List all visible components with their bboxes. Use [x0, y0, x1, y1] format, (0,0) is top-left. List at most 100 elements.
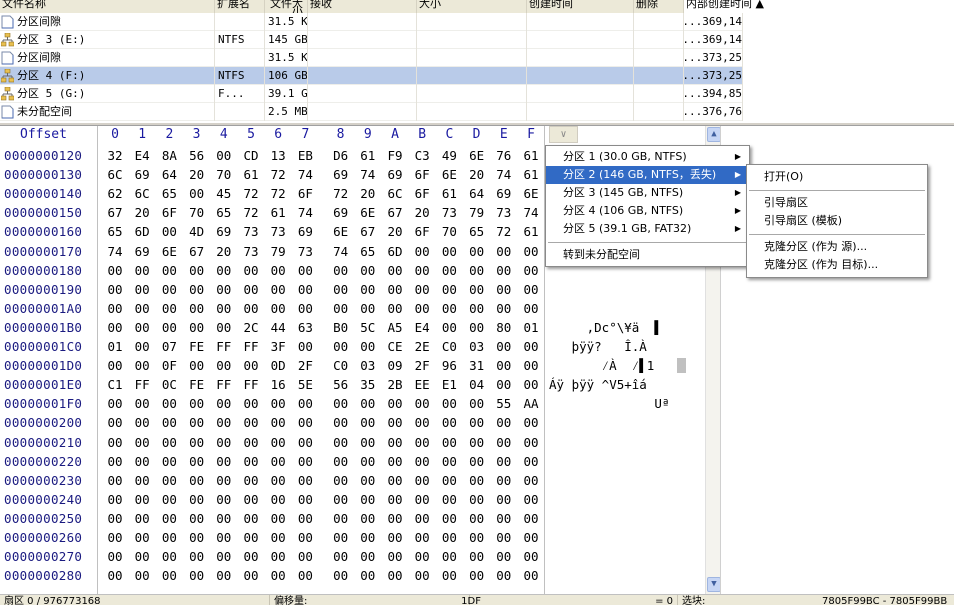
hex-byte[interactable]: 2E [410, 337, 434, 356]
hex-byte[interactable]: C3 [410, 146, 434, 165]
menu-item-boot-sector-template[interactable]: 引导扇区 (模板) [747, 212, 927, 230]
hex-byte[interactable]: 44 [266, 318, 290, 337]
hex-byte[interactable]: 65 [356, 242, 380, 261]
hex-byte[interactable]: 00 [212, 471, 236, 490]
hex-byte[interactable]: 00 [130, 318, 154, 337]
hex-byte[interactable]: 00 [266, 471, 290, 490]
hex-byte[interactable]: 20 [465, 165, 489, 184]
hex-byte[interactable]: 16 [266, 375, 290, 394]
hex-byte[interactable]: 00 [356, 509, 380, 528]
menu-item-partition[interactable]: 分区 5 (39.1 GB, FAT32) ▶ [546, 220, 749, 238]
hex-byte[interactable]: 20 [212, 242, 236, 261]
hex-byte[interactable]: 00 [356, 299, 380, 318]
hex-byte[interactable]: 00 [465, 413, 489, 432]
column-header[interactable]: 文件大小 [265, 0, 308, 13]
hex-byte[interactable]: E4 [410, 318, 434, 337]
hex-byte[interactable]: 00 [492, 280, 516, 299]
hex-byte[interactable]: 00 [157, 471, 181, 490]
menu-item-partition[interactable]: 分区 4 (106 GB, NTFS) ▶ [546, 202, 749, 220]
hex-byte[interactable]: 00 [266, 547, 290, 566]
hex-byte[interactable]: 00 [437, 299, 461, 318]
hex-byte[interactable]: 00 [185, 413, 209, 432]
hex-byte[interactable]: 6F [410, 184, 434, 203]
hex-byte[interactable]: 00 [293, 509, 317, 528]
hex-byte[interactable]: 20 [383, 222, 407, 241]
hex-byte[interactable]: 00 [356, 337, 380, 356]
hex-byte[interactable]: 00 [266, 280, 290, 299]
hex-byte[interactable]: 13 [266, 146, 290, 165]
hex-byte[interactable]: 20 [356, 184, 380, 203]
hex-byte[interactable]: 00 [212, 261, 236, 280]
hex-byte[interactable]: 00 [492, 261, 516, 280]
hex-byte[interactable]: 00 [185, 490, 209, 509]
hex-byte[interactable]: 00 [492, 337, 516, 356]
hex-byte[interactable]: 00 [383, 566, 407, 585]
hex-byte[interactable]: 00 [356, 261, 380, 280]
hex-byte[interactable]: 00 [383, 547, 407, 566]
hex-byte[interactable]: 6E [356, 203, 380, 222]
hex-byte[interactable]: 00 [185, 528, 209, 547]
hex-byte[interactable]: 00 [519, 528, 543, 547]
hex-byte[interactable]: 00 [103, 471, 127, 490]
hex-byte[interactable]: 00 [130, 471, 154, 490]
hex-byte[interactable]: 00 [239, 566, 263, 585]
hex-byte[interactable]: 00 [519, 375, 543, 394]
hex-byte[interactable]: 67 [356, 222, 380, 241]
hex-byte[interactable]: 74 [356, 165, 380, 184]
hex-byte[interactable]: 00 [130, 547, 154, 566]
hex-byte[interactable]: A5 [383, 318, 407, 337]
hex-byte[interactable]: 00 [356, 547, 380, 566]
hex-byte[interactable]: 00 [185, 452, 209, 471]
hex-byte[interactable]: 03 [356, 356, 380, 375]
hex-byte[interactable]: 00 [266, 452, 290, 471]
hex-byte[interactable]: 00 [465, 452, 489, 471]
hex-byte[interactable]: 00 [329, 452, 353, 471]
hex-byte[interactable]: 00 [293, 261, 317, 280]
hex-byte[interactable]: 00 [437, 394, 461, 413]
hex-byte[interactable]: 00 [329, 547, 353, 566]
hex-byte[interactable]: 00 [239, 394, 263, 413]
hex-byte[interactable]: 00 [212, 299, 236, 318]
hex-byte[interactable]: 00 [410, 490, 434, 509]
hex-byte[interactable]: 00 [212, 146, 236, 165]
hex-byte[interactable]: 72 [239, 203, 263, 222]
hex-byte[interactable]: 00 [239, 299, 263, 318]
hex-byte[interactable]: CD [239, 146, 263, 165]
hex-byte[interactable]: 80 [492, 318, 516, 337]
hex-byte[interactable]: 32 [103, 146, 127, 165]
hex-byte[interactable]: 61 [519, 165, 543, 184]
hex-byte[interactable]: FE [185, 337, 209, 356]
hex-byte[interactable]: 00 [492, 547, 516, 566]
hex-byte[interactable]: 74 [329, 242, 353, 261]
hex-byte[interactable]: 3F [266, 337, 290, 356]
hex-byte[interactable]: 00 [356, 280, 380, 299]
hex-byte[interactable]: 00 [410, 566, 434, 585]
hex-byte[interactable]: B0 [329, 318, 353, 337]
column-header[interactable]: 接收 [308, 0, 417, 13]
hex-byte[interactable]: 00 [519, 261, 543, 280]
hex-byte[interactable]: 61 [356, 146, 380, 165]
hex-byte[interactable]: 09 [383, 356, 407, 375]
file-list-row[interactable]: 分区 4 (F:) NTFS 106 GB 373,25... [0, 67, 743, 85]
hex-byte[interactable]: 20 [185, 165, 209, 184]
hex-byte[interactable]: 00 [465, 547, 489, 566]
hex-byte[interactable]: 00 [410, 452, 434, 471]
hex-byte[interactable]: 61 [519, 146, 543, 165]
hex-byte[interactable]: 65 [157, 184, 181, 203]
hex-byte[interactable]: 69 [293, 222, 317, 241]
hex-byte[interactable]: 00 [103, 356, 127, 375]
hex-byte[interactable]: 00 [465, 299, 489, 318]
column-header[interactable]: 创建时间 [527, 0, 634, 13]
hex-byte[interactable]: 00 [465, 509, 489, 528]
hex-byte[interactable]: 00 [239, 547, 263, 566]
hex-byte[interactable]: 00 [492, 413, 516, 432]
hex-byte[interactable]: 00 [130, 394, 154, 413]
hex-byte[interactable]: 00 [239, 356, 263, 375]
hex-byte[interactable]: 00 [185, 261, 209, 280]
hex-byte[interactable]: 00 [293, 490, 317, 509]
partition-dropdown-button[interactable]: ∨ [549, 126, 578, 143]
hex-byte[interactable]: 00 [130, 433, 154, 452]
hex-byte[interactable]: 00 [103, 547, 127, 566]
hex-byte[interactable]: 0C [157, 375, 181, 394]
hex-byte[interactable]: 35 [356, 375, 380, 394]
